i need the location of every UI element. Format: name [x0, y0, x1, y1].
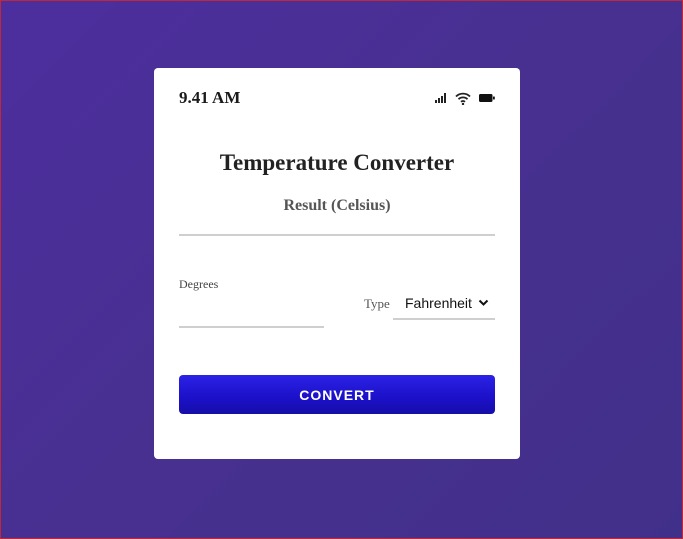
degrees-input[interactable]: [179, 300, 324, 328]
wifi-icon: [455, 92, 471, 105]
convert-button[interactable]: CONVERT: [179, 375, 495, 414]
degrees-label: Degrees: [179, 277, 219, 291]
type-label: Type: [364, 296, 390, 311]
type-select[interactable]: Fahrenheit: [393, 288, 495, 320]
page-title: Temperature Converter: [219, 150, 455, 175]
status-bar: 9.41 AM: [179, 88, 495, 108]
status-icons: [435, 92, 495, 105]
result-label: Result (Celsius): [283, 197, 391, 214]
signal-icon: [435, 93, 447, 103]
battery-icon: [479, 93, 495, 103]
converter-card: 9.41 AM Temperature Converter Result (Ce…: [154, 68, 520, 459]
status-time: 9.41 AM: [179, 88, 241, 107]
result-field: [179, 234, 495, 236]
type-select-value: Fahrenheit: [405, 295, 472, 311]
chevron-down-icon: [478, 294, 489, 312]
